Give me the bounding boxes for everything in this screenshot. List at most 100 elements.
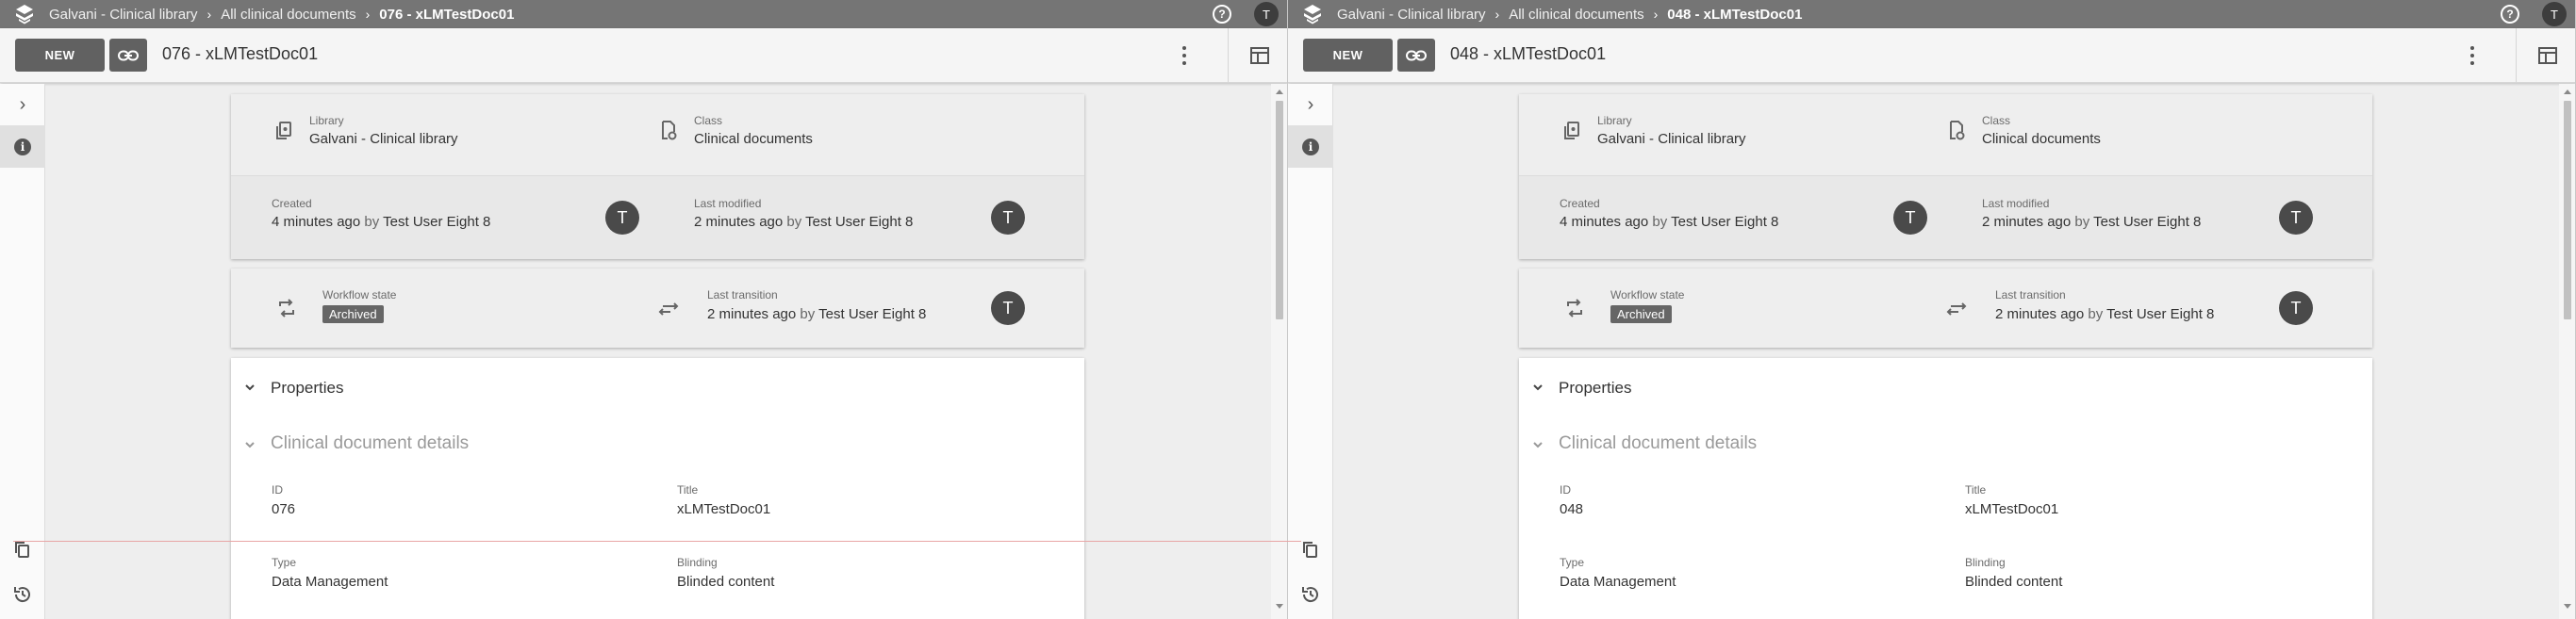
last-transition-label: Last transition — [1995, 288, 2066, 301]
layers-icon[interactable] — [1288, 0, 1337, 28]
help-circle-icon[interactable]: ? — [2501, 5, 2519, 24]
breadcrumb-separator-icon: › — [1494, 7, 1500, 22]
metadata-card: Library Galvani - Clinical library Class… — [231, 94, 1084, 259]
link-icon — [1406, 50, 1427, 60]
created-label: Created — [272, 197, 312, 210]
type-label: Type — [272, 556, 297, 569]
scroll-up-arrow[interactable] — [2564, 90, 2571, 94]
id-value: 076 — [272, 501, 296, 517]
scroll-up-arrow[interactable] — [1276, 90, 1283, 94]
info-tab[interactable]: i — [1288, 125, 1333, 168]
blinding-value: Blinded content — [1965, 574, 2063, 590]
info-tab[interactable]: i — [0, 125, 45, 168]
class-value[interactable]: Clinical documents — [1982, 131, 2101, 147]
created-modified-row: Created 4 minutes ago by Test User Eight… — [1519, 176, 2372, 259]
transition-user[interactable]: Test User Eight 8 — [818, 306, 926, 322]
scrollbar-thumb[interactable] — [2564, 101, 2571, 319]
layers-icon[interactable] — [0, 0, 49, 28]
library-value[interactable]: Galvani - Clinical library — [309, 131, 458, 147]
document-pane: Galvani - Clinical library › All clinica… — [0, 0, 1288, 619]
user-avatar[interactable]: T — [1254, 2, 1279, 26]
created-time: 4 minutes ago — [272, 214, 361, 230]
created-user-avatar[interactable]: T — [1893, 201, 1927, 235]
id-value: 048 — [1560, 501, 1584, 517]
breadcrumb-separator-icon: › — [206, 7, 212, 22]
last-transition-value: 2 minutes ago by Test User Eight 8 — [1995, 306, 2214, 322]
breadcrumb-view[interactable]: All clinical documents — [221, 7, 355, 23]
workflow-state-label: Workflow state — [1610, 288, 1685, 301]
toolbar-divider — [2516, 28, 2517, 83]
vertical-scrollbar[interactable] — [1271, 84, 1287, 619]
created-by-word: by — [1652, 214, 1668, 230]
copy-link-button[interactable] — [1397, 39, 1435, 72]
modified-user-avatar[interactable]: T — [991, 201, 1025, 235]
library-value[interactable]: Galvani - Clinical library — [1597, 131, 1746, 147]
properties-heading[interactable]: Properties — [1559, 379, 1631, 398]
properties-heading[interactable]: Properties — [271, 379, 343, 398]
more-vert-icon[interactable] — [2463, 41, 2482, 70]
breadcrumb-view[interactable]: All clinical documents — [1509, 7, 1643, 23]
id-label: ID — [1560, 483, 1571, 497]
chevron-down-icon[interactable] — [1532, 438, 1544, 453]
modified-user[interactable]: Test User Eight 8 — [2093, 214, 2201, 230]
layout-panel-icon[interactable] — [2538, 47, 2557, 64]
chevron-right-icon[interactable]: › — [1288, 84, 1333, 125]
section-heading[interactable]: Clinical document details — [1559, 433, 1757, 454]
created-value: 4 minutes ago by Test User Eight 8 — [272, 214, 490, 230]
transition-time: 2 minutes ago — [707, 306, 797, 322]
copy-icon[interactable] — [11, 539, 34, 562]
scroll-down-arrow[interactable] — [1276, 604, 1283, 609]
breadcrumb-document: 048 - xLMTestDoc01 — [1667, 6, 1803, 23]
history-icon[interactable] — [1299, 583, 1322, 606]
modified-user[interactable]: Test User Eight 8 — [805, 214, 913, 230]
breadcrumb-library[interactable]: Galvani - Clinical library — [1337, 7, 1486, 23]
scroll-down-arrow[interactable] — [2564, 604, 2571, 609]
info-icon: i — [14, 138, 31, 155]
transition-user[interactable]: Test User Eight 8 — [2106, 306, 2214, 322]
modified-user-avatar[interactable]: T — [2279, 201, 2313, 235]
scrollbar-thumb[interactable] — [1276, 101, 1283, 319]
transition-user-avatar[interactable]: T — [991, 291, 1025, 325]
modified-value: 2 minutes ago by Test User Eight 8 — [694, 214, 913, 230]
class-value[interactable]: Clinical documents — [694, 131, 813, 147]
created-user[interactable]: Test User Eight 8 — [1671, 214, 1778, 230]
help-circle-icon[interactable]: ? — [1213, 5, 1231, 24]
modified-by-word: by — [786, 214, 802, 230]
document-pane: Galvani - Clinical library › All clinica… — [1288, 0, 2576, 619]
chevron-down-icon[interactable] — [244, 438, 256, 453]
created-user[interactable]: Test User Eight 8 — [383, 214, 490, 230]
copy-icon[interactable] — [1299, 539, 1322, 562]
library-icon — [1564, 122, 1579, 139]
history-icon[interactable] — [11, 583, 34, 606]
transition-by-word: by — [2088, 306, 2104, 322]
link-icon — [118, 50, 139, 60]
chevron-down-icon[interactable] — [1532, 381, 1544, 396]
class-label: Class — [1982, 114, 2011, 127]
properties-card: Properties Clinical document details ID … — [231, 358, 1084, 619]
type-value: Data Management — [272, 574, 388, 590]
more-vert-icon[interactable] — [1175, 41, 1194, 70]
chevron-down-icon[interactable] — [244, 381, 256, 396]
new-button[interactable]: NEW — [15, 39, 105, 72]
side-rail: › i — [0, 84, 45, 619]
transition-user-avatar[interactable]: T — [2279, 291, 2313, 325]
new-button[interactable]: NEW — [1303, 39, 1393, 72]
layout-panel-icon[interactable] — [1250, 47, 1269, 64]
section-heading[interactable]: Clinical document details — [271, 433, 469, 454]
user-avatar[interactable]: T — [2542, 2, 2567, 26]
created-value: 4 minutes ago by Test User Eight 8 — [1560, 214, 1778, 230]
blinding-value: Blinded content — [677, 574, 775, 590]
modified-time: 2 minutes ago — [694, 214, 784, 230]
workflow-card: Workflow state Archived Last transition … — [231, 269, 1084, 348]
breadcrumb-library[interactable]: Galvani - Clinical library — [49, 7, 198, 23]
created-user-avatar[interactable]: T — [605, 201, 639, 235]
copy-link-button[interactable] — [109, 39, 147, 72]
vertical-scrollbar[interactable] — [2559, 84, 2575, 619]
chevron-right-icon[interactable]: › — [0, 84, 45, 125]
class-icon — [662, 121, 677, 140]
properties-card: Properties Clinical document details ID … — [1519, 358, 2372, 619]
top-bar: Galvani - Clinical library › All clinica… — [0, 0, 1287, 28]
library-label: Library — [309, 114, 344, 127]
workflow-state-label: Workflow state — [322, 288, 397, 301]
sync-icon — [279, 299, 294, 318]
